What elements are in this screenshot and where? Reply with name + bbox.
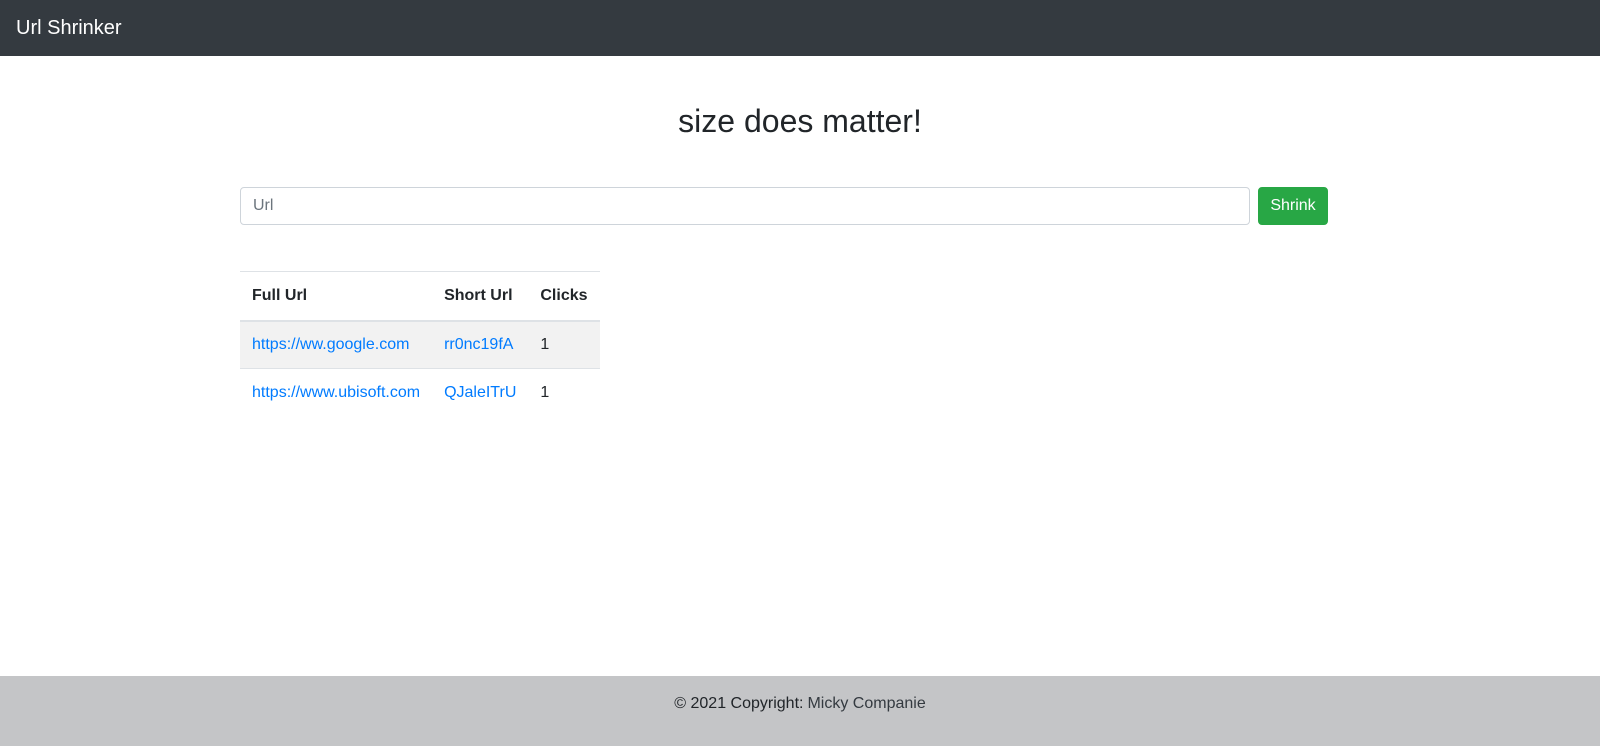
footer-copyright: © 2021 Copyright: bbox=[674, 694, 804, 712]
short-url-link[interactable]: QJaleITrU bbox=[444, 384, 516, 401]
short-url-cell: QJaleITrU bbox=[432, 368, 529, 417]
footer: © 2021 Copyright: Micky Companie bbox=[0, 676, 1600, 746]
clicks-cell: 1 bbox=[528, 320, 600, 369]
table-header: Full Url Short Url Clicks bbox=[240, 271, 600, 322]
brand-link[interactable]: Url Shrinker bbox=[16, 18, 122, 38]
navbar: Url Shrinker bbox=[0, 0, 1600, 56]
table-row: https://ww.google.com rr0nc19fA 1 bbox=[240, 320, 600, 369]
shrink-form: Shrink bbox=[240, 187, 1328, 225]
footer-owner-link[interactable]: Micky Companie bbox=[807, 695, 925, 713]
url-table: Full Url Short Url Clicks https://ww.goo… bbox=[240, 271, 600, 417]
clicks-cell: 1 bbox=[528, 368, 600, 417]
page-title: size does matter! bbox=[678, 103, 922, 139]
short-url-cell: rr0nc19fA bbox=[432, 320, 529, 369]
main-content: size does matter! Shrink Full Url Short … bbox=[0, 56, 1600, 676]
table-header-row: Full Url Short Url Clicks bbox=[240, 271, 600, 322]
table-body: https://ww.google.com rr0nc19fA 1 https:… bbox=[240, 320, 600, 417]
full-url-link[interactable]: https://ww.google.com bbox=[252, 336, 409, 353]
short-url-link[interactable]: rr0nc19fA bbox=[444, 336, 513, 353]
full-url-cell: https://ww.google.com bbox=[240, 320, 433, 369]
column-header-clicks: Clicks bbox=[528, 271, 600, 322]
column-header-full-url: Full Url bbox=[240, 271, 433, 322]
url-input[interactable] bbox=[240, 187, 1250, 225]
full-url-cell: https://www.ubisoft.com bbox=[240, 368, 433, 417]
shrink-button[interactable]: Shrink bbox=[1258, 187, 1328, 225]
column-header-short-url: Short Url bbox=[432, 271, 529, 322]
full-url-link[interactable]: https://www.ubisoft.com bbox=[252, 384, 420, 401]
table-row: https://www.ubisoft.com QJaleITrU 1 bbox=[240, 368, 600, 417]
